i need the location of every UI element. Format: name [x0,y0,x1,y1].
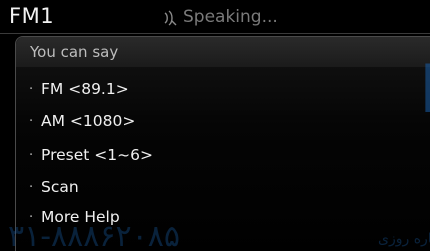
command-label-more-help: More Help [41,208,120,226]
command-label-scan: Scan [41,178,79,196]
bullet: · [29,147,34,163]
command-item-scan[interactable]: · Scan [29,173,79,201]
bullet: · [29,179,34,195]
panel-header: You can say [16,37,430,67]
bullet: · [29,113,34,129]
command-label-fm: FM <89.1> [41,80,129,98]
command-item-preset[interactable]: · Preset <1~6> [29,141,153,169]
bullet: · [29,81,34,97]
command-item-am[interactable]: · AM <1080> [29,107,135,135]
bullet: · [29,209,34,225]
page-title: FM1 [9,4,55,28]
header-divider [0,33,430,34]
voice-speaking-icon [162,9,180,27]
panel-heading: You can say [30,43,119,61]
header-bar: FM1 Speaking... [0,0,430,34]
command-label-preset: Preset <1~6> [41,146,153,164]
voice-command-screen: FM1 Speaking... You can say · FM <89.1> … [0,0,430,251]
command-item-more-help[interactable]: · More Help [29,203,120,231]
speaking-status: Speaking... [183,7,278,27]
command-item-fm-row[interactable]: · FM <89.1> [29,75,129,103]
command-label-am: AM <1080> [41,112,136,130]
